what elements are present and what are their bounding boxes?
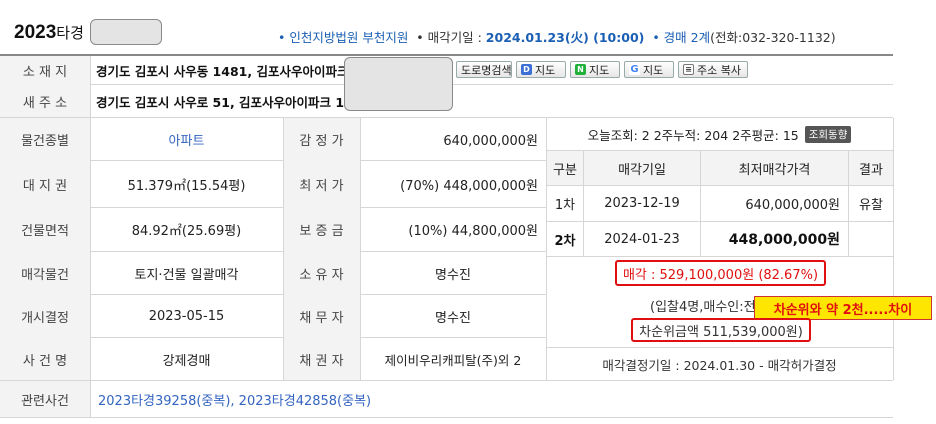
auction-round[interactable]: 2계 — [691, 30, 710, 45]
copy-icon: ≡ — [683, 64, 694, 75]
sale-price-highlight: 매각 : 529,100,000원 (82.67%) — [615, 260, 826, 286]
daum-map-label: 지도 — [535, 63, 556, 77]
open-decision-value: 2023-05-15 — [148, 308, 225, 324]
history-date: 2024-01-23 — [604, 231, 680, 247]
owner-value: 명수진 — [435, 267, 471, 283]
history-round: 2차 — [554, 233, 576, 249]
google-icon: G — [629, 64, 640, 75]
redaction-mask — [344, 57, 453, 111]
road-address-label: 새 주 소 — [22, 95, 68, 111]
google-map-label: 지도 — [643, 63, 664, 77]
appraisal-label: 감 정 가 — [299, 133, 344, 149]
history-date: 2023-12-19 — [604, 196, 680, 211]
table-bottom-border — [0, 417, 893, 418]
appraisal-value: 640,000,000원 — [443, 133, 538, 149]
road-search-label: 도로명검색 — [461, 63, 512, 77]
view-trend-button[interactable]: 조회동향 — [804, 125, 852, 143]
type-value[interactable]: 아파트 — [90, 118, 283, 160]
road-address-value: 경기도 김포시 사우로 51, 김포사우아이파크 1 — [96, 94, 345, 110]
court-name[interactable]: • 인천지방법원 부천지원 — [278, 30, 408, 45]
sale-decision-date: 매각결정기일 : 2024.01.30 - 매각허가결정 — [602, 357, 837, 373]
sale-object-label: 매각물건 — [21, 267, 69, 283]
type-label: 물건종별 — [21, 133, 69, 149]
history-round: 1차 — [554, 198, 576, 213]
second-bid-highlight: 차순위금액 511,539,000원) — [631, 318, 811, 342]
redaction-mask — [90, 19, 162, 45]
google-map-button[interactable]: G 지도 — [624, 61, 674, 78]
daum-icon: D — [521, 64, 532, 75]
history-header-result: 결과 — [859, 162, 883, 178]
creditor-value: 제이비우리캐피탈(주)외 2 — [384, 352, 522, 368]
court-phone: (전화:032-320-1132) — [710, 30, 836, 45]
building-area-value: 84.92㎡(25.69평) — [131, 224, 242, 239]
deposit-value: (10%) 44,800,000원 — [408, 224, 538, 239]
history-price: 448,000,000원 — [728, 232, 840, 248]
road-search-button[interactable]: 도로명검색 — [456, 61, 512, 78]
creditor-label: 채 권 자 — [299, 353, 344, 369]
related-case-label: 관련사건 — [21, 393, 69, 409]
daum-map-button[interactable]: D 지도 — [516, 61, 566, 78]
history-price: 640,000,000원 — [745, 198, 840, 213]
auction-round-prefix: • 경매 — [652, 30, 691, 45]
history-result: 유찰 — [859, 198, 883, 213]
history-header-price: 최저매각가격 — [738, 162, 811, 178]
land-right-label: 대 지 권 — [22, 178, 68, 194]
view-stats-text: 오늘조회: 2 2주누적: 204 2주평균: 15 — [587, 127, 799, 143]
sale-date-label: • 매각기일 : — [416, 30, 486, 45]
owner-label: 소 유 자 — [299, 267, 344, 283]
deposit-label: 보 증 금 — [299, 224, 344, 239]
case-number: 2023타경 — [14, 22, 84, 44]
related-case-links[interactable]: 2023타경39258(중복), 2023타경42858(중복) — [92, 381, 492, 417]
bidders-info: (입찰4명,매수인:전 — [650, 300, 756, 315]
case-info-line: • 인천지방법원 부천지원 • 매각기일 : 2024.01.23(火) (10… — [278, 27, 836, 46]
building-area-label: 건물면적 — [21, 224, 69, 239]
naver-map-button[interactable]: N 지도 — [570, 61, 620, 78]
copy-address-button[interactable]: ≡ 주소 복사 — [678, 61, 748, 78]
case-suffix: 타경 — [56, 25, 84, 42]
annotation-note: 차순위와 약 2천.....차이 — [754, 296, 932, 320]
open-decision-label: 개시결정 — [21, 310, 69, 326]
history-header-date: 매각기일 — [618, 162, 666, 178]
sale-object-value: 토지·건물 일괄매각 — [134, 267, 239, 283]
sale-date: 2024.01.23(火) (10:00) — [485, 30, 645, 45]
case-name-value: 강제경매 — [162, 353, 211, 369]
land-right-value: 51.379㎡(15.54평) — [127, 178, 246, 194]
lot-address-label: 소 재 지 — [22, 64, 68, 80]
copy-address-label: 주소 복사 — [697, 63, 741, 77]
naver-icon: N — [575, 64, 586, 75]
case-year: 2023 — [14, 22, 57, 43]
min-price-value: (70%) 448,000,000원 — [400, 178, 538, 194]
view-stats: 오늘조회: 2 2주누적: 204 2주평균: 15 조회동향 — [546, 118, 893, 150]
debtor-value: 명수진 — [435, 310, 471, 326]
naver-map-label: 지도 — [589, 63, 610, 77]
min-price-label: 최 저 가 — [299, 178, 344, 194]
col-divider — [893, 118, 894, 380]
row-divider — [546, 256, 893, 257]
case-name-label: 사 건 명 — [22, 353, 68, 369]
history-header-round: 구분 — [553, 162, 577, 178]
history-result — [849, 222, 893, 256]
debtor-label: 채 무 자 — [299, 310, 344, 326]
